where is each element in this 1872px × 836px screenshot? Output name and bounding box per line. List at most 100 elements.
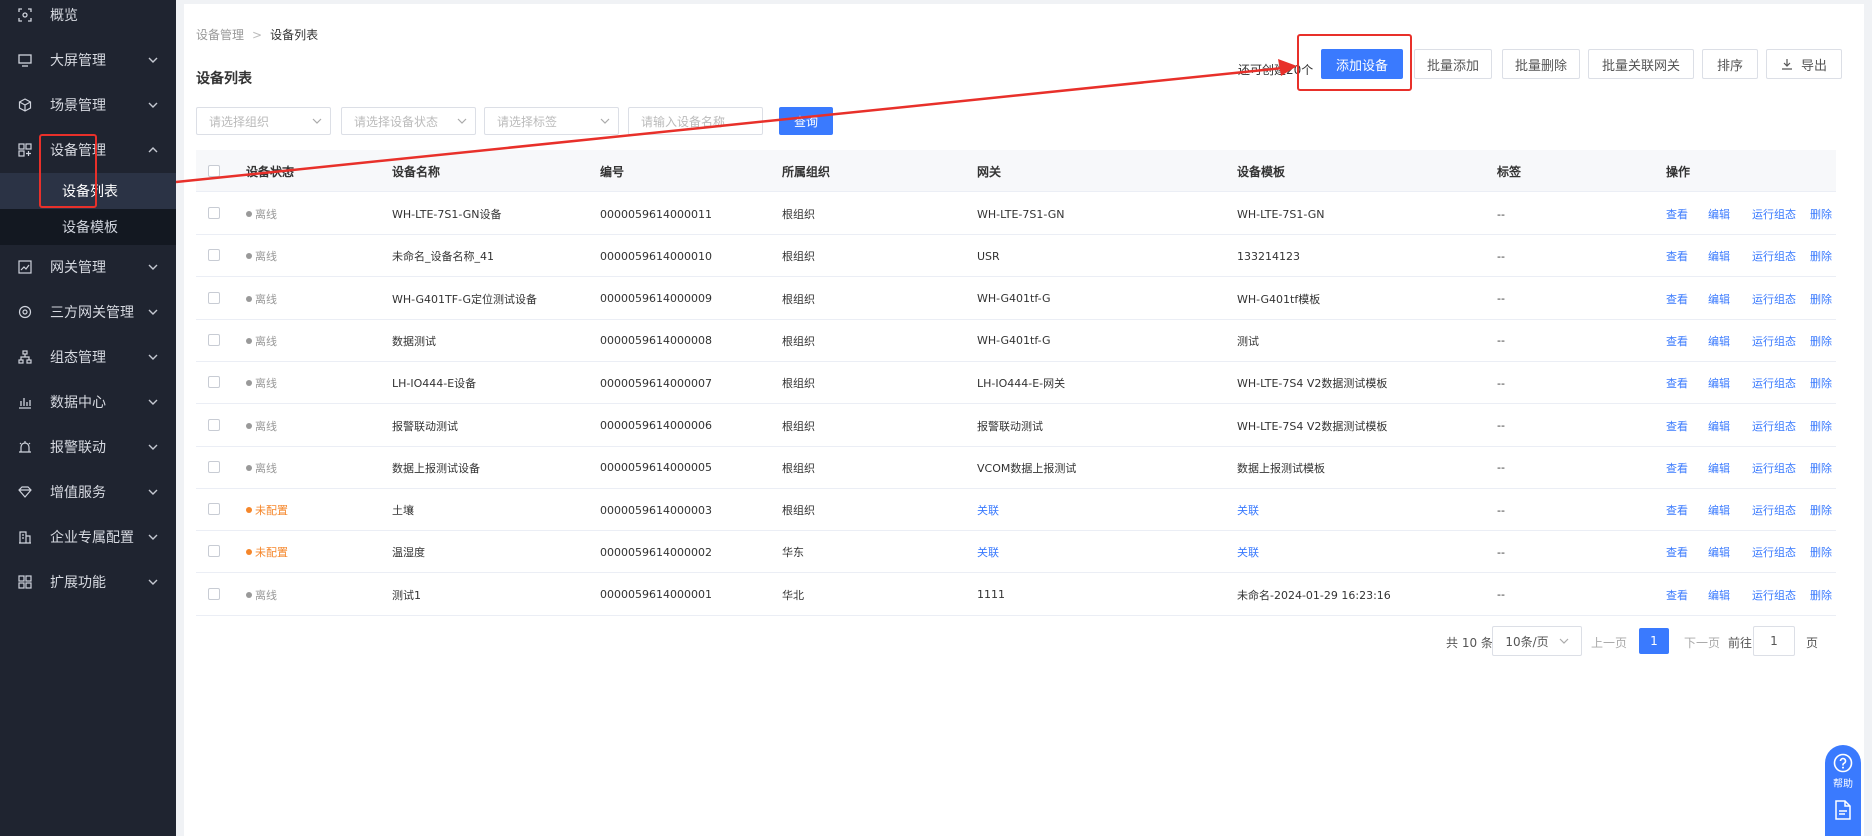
help-widget[interactable]: 帮助 [1825,745,1861,836]
chevron-up-icon [148,146,158,152]
breadcrumb-parent[interactable]: 设备管理 [196,26,244,43]
edit-link[interactable]: 编辑 [1708,193,1730,235]
tag-select[interactable]: 请选择标签 [484,107,619,135]
query-button[interactable]: 查询 [779,107,833,135]
row-checkbox[interactable] [208,207,220,219]
batch-delete-button[interactable]: 批量删除 [1502,49,1580,79]
name-cell: 温湿度 [392,546,425,560]
goto-page-input[interactable]: 1 [1753,626,1795,656]
run-topology-link[interactable]: 运行组态 [1752,235,1796,277]
page-size-select[interactable]: 10条/页 [1492,626,1582,656]
view-link[interactable]: 查看 [1666,574,1688,616]
sidebar-item-enterprise[interactable]: 企业专属配置 [0,514,176,559]
edit-link[interactable]: 编辑 [1708,320,1730,362]
view-link[interactable]: 查看 [1666,362,1688,404]
associate-link[interactable]: 关联 [1237,531,1259,573]
org-cell: 根组织 [782,504,815,518]
status-dot-icon [246,380,252,387]
delete-link[interactable]: 删除 [1810,193,1832,235]
sidebar-item-device[interactable]: 设备管理 [0,127,176,172]
run-topology-link[interactable]: 运行组态 [1752,362,1796,404]
org-select-placeholder: 请选择组织 [209,114,270,129]
run-topology-link[interactable]: 运行组态 [1752,320,1796,362]
sort-button[interactable]: 排序 [1702,49,1758,79]
export-button[interactable]: 导出 [1766,49,1842,79]
run-topology-link[interactable]: 运行组态 [1752,278,1796,320]
edit-link[interactable]: 编辑 [1708,574,1730,616]
edit-link[interactable]: 编辑 [1708,531,1730,573]
view-link[interactable]: 查看 [1666,489,1688,531]
edit-link[interactable]: 编辑 [1708,362,1730,404]
prev-page-button[interactable]: 上一页 [1591,634,1627,651]
edit-link[interactable]: 编辑 [1708,489,1730,531]
run-topology-link[interactable]: 运行组态 [1752,405,1796,447]
batch-add-button[interactable]: 批量添加 [1414,49,1492,79]
run-topology-link[interactable]: 运行组态 [1752,531,1796,573]
edit-link[interactable]: 编辑 [1708,405,1730,447]
view-link[interactable]: 查看 [1666,405,1688,447]
gateway-cell: 1111 [977,588,1005,602]
delete-link[interactable]: 删除 [1810,362,1832,404]
sidebar-item-topology[interactable]: 组态管理 [0,334,176,379]
sidebar-item-scene[interactable]: 场景管理 [0,82,176,127]
next-page-button[interactable]: 下一页 [1684,634,1720,651]
sidebar-item-third-gateway[interactable]: 三方网关管理 [0,289,176,334]
page-number-current[interactable]: 1 [1639,628,1669,654]
add-device-button[interactable]: 添加设备 [1321,49,1403,79]
view-link[interactable]: 查看 [1666,531,1688,573]
delete-link[interactable]: 删除 [1810,278,1832,320]
table-row: 离线 未命名_设备名称_41 0000059614000010 根组织 USR 13321… [196,235,1836,278]
select-all-checkbox[interactable] [208,165,220,177]
delete-link[interactable]: 删除 [1810,235,1832,277]
associate-link[interactable]: 关联 [977,531,999,573]
sidebar-subitem-device-template[interactable]: 设备模板 [0,209,176,245]
table-row: 离线 数据上报测试设备 0000059614000005 根组织 VCOM数据上报测试 数… [196,447,1836,489]
sidebar-item-value-added[interactable]: 增值服务 [0,469,176,514]
org-select[interactable]: 请选择组织 [196,107,331,135]
view-link[interactable]: 查看 [1666,193,1688,235]
gateway-cell: VCOM数据上报测试 [977,461,1077,475]
sidebar-item-alarm[interactable]: 报警联动 [0,424,176,469]
row-checkbox[interactable] [208,587,220,600]
batch-gateway-button[interactable]: 批量关联网关 [1588,49,1694,79]
row-checkbox[interactable] [208,376,220,389]
run-topology-link[interactable]: 运行组态 [1752,489,1796,531]
associate-link[interactable]: 关联 [1237,489,1259,531]
delete-link[interactable]: 删除 [1810,405,1832,447]
delete-link[interactable]: 删除 [1810,531,1832,573]
row-checkbox[interactable] [208,460,220,473]
org-cell: 根组织 [782,377,815,391]
view-link[interactable]: 查看 [1666,447,1688,489]
edit-link[interactable]: 编辑 [1708,278,1730,320]
row-checkbox[interactable] [208,291,220,304]
row-checkbox[interactable] [208,249,220,262]
row-checkbox[interactable] [208,418,220,431]
associate-link[interactable]: 关联 [977,489,999,531]
edit-link[interactable]: 编辑 [1708,235,1730,277]
edit-link[interactable]: 编辑 [1708,447,1730,489]
sidebar-subitem-device-list[interactable]: 设备列表 [0,173,176,209]
status-select[interactable]: 请选择设备状态 [341,107,476,135]
delete-link[interactable]: 删除 [1810,447,1832,489]
sidebar-item-data-center[interactable]: 数据中心 [0,379,176,424]
sidebar-item-extensions[interactable]: 扩展功能 [0,559,176,604]
row-checkbox[interactable] [208,503,220,516]
tag-cell: -- [1497,292,1505,306]
sidebar-item-overview[interactable]: 概览 [0,0,176,37]
row-checkbox[interactable] [208,545,220,558]
view-link[interactable]: 查看 [1666,235,1688,277]
delete-link[interactable]: 删除 [1810,574,1832,616]
run-topology-link[interactable]: 运行组态 [1752,193,1796,235]
chevron-down-icon [148,399,158,405]
row-checkbox[interactable] [208,333,220,346]
view-link[interactable]: 查看 [1666,278,1688,320]
device-name-input[interactable]: 请输入设备名称 [628,107,763,135]
run-topology-link[interactable]: 运行组态 [1752,574,1796,616]
delete-link[interactable]: 删除 [1810,320,1832,362]
run-topology-link[interactable]: 运行组态 [1752,447,1796,489]
view-link[interactable]: 查看 [1666,320,1688,362]
sidebar-item-screen[interactable]: 大屏管理 [0,37,176,82]
sidebar-item-gateway[interactable]: 网关管理 [0,244,176,289]
name-cell: 土壤 [392,504,414,518]
delete-link[interactable]: 删除 [1810,489,1832,531]
